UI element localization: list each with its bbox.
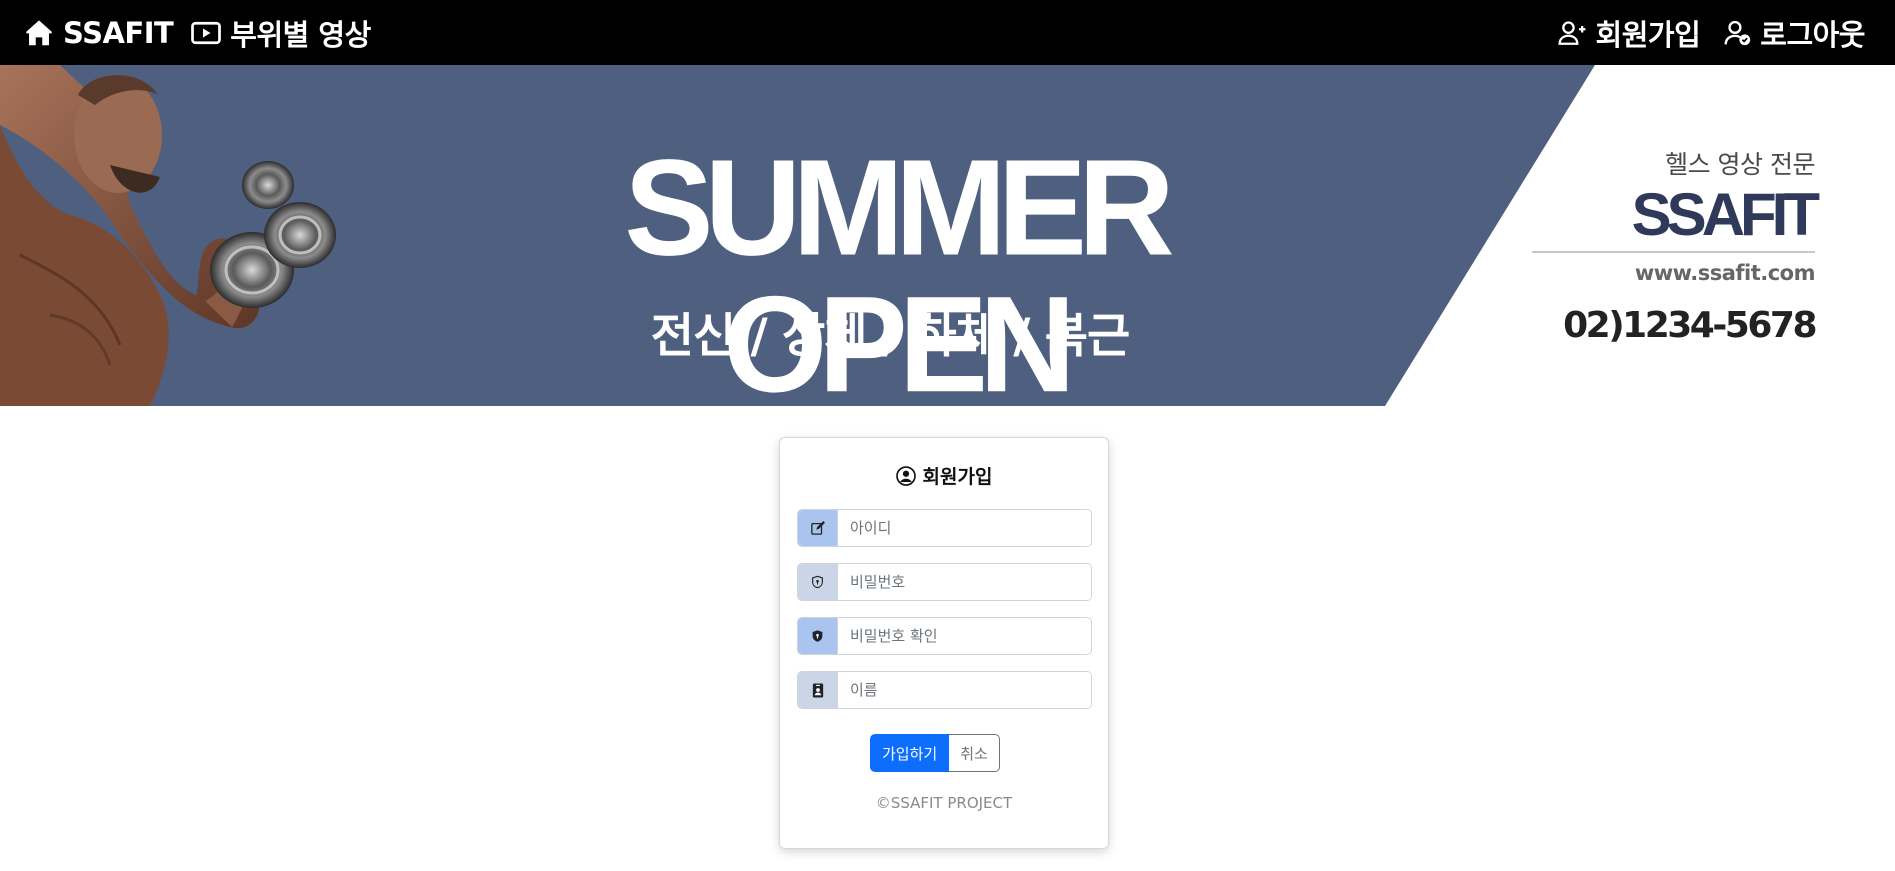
shield-icon — [812, 575, 823, 589]
username-field-group — [797, 509, 1092, 547]
username-addon — [798, 510, 838, 546]
videos-by-part-label: 부위별 영상 — [230, 17, 371, 52]
signup-title-label: 회원가입 — [922, 466, 993, 488]
password-field-group — [797, 563, 1092, 601]
home-link[interactable]: SSAFIT — [24, 15, 174, 50]
house-icon — [26, 20, 52, 46]
brand-logo-text: SSAFIT — [1631, 181, 1820, 248]
password-addon — [798, 564, 838, 600]
password-confirm-field-group — [797, 617, 1092, 655]
brand-divider — [1532, 251, 1815, 253]
password-input[interactable] — [838, 564, 1091, 600]
signup-card: 회원가입 아이디 이름 가입하기 취소 ©SSAFIT PROJECT — [779, 437, 1109, 849]
top-navbar: SSAFIT 부위별 영상 회원가입 로그아웃 — [0, 0, 1895, 65]
play-video-icon — [191, 21, 222, 44]
person-plus-icon — [1558, 21, 1585, 45]
brand-url: www.ssafit.com — [1634, 261, 1816, 285]
videos-by-part-link[interactable]: 부위별 영상 — [191, 12, 371, 54]
banner-subtitle: 전신 / 상체 / 하체 / 복근 — [650, 309, 1131, 364]
brand-tagline: 헬스 영상 전문 — [1665, 150, 1815, 179]
brand-phone: 02)1234-5678 — [1563, 305, 1817, 346]
bodybuilder-image — [0, 65, 336, 406]
nav-signup-link[interactable]: 회원가입 — [1558, 12, 1701, 54]
submit-signup-button[interactable]: 가입하기 — [870, 734, 950, 772]
nav-logout-link[interactable]: 로그아웃 — [1724, 12, 1865, 54]
username-input[interactable] — [838, 510, 1091, 546]
name-addon — [798, 672, 838, 708]
signup-card-title: 회원가입 — [780, 462, 1108, 489]
nav-signup-label: 회원가입 — [1595, 17, 1701, 52]
password-confirm-input[interactable] — [838, 618, 1091, 654]
card-footer-copyright: ©SSAFIT PROJECT — [875, 794, 1013, 812]
person-check-icon — [1724, 20, 1751, 46]
signup-button-group: 가입하기 취소 — [870, 734, 1000, 772]
person-circle-icon — [895, 465, 916, 486]
brand-info-block: 헬스 영상 전문 SSAFIT www.ssafit.com 02)1234-5… — [1532, 145, 1820, 346]
brand-home-label: SSAFIT — [63, 15, 174, 50]
password-confirm-addon — [798, 618, 838, 654]
person-badge-icon — [812, 682, 823, 698]
pencil-square-icon — [810, 521, 825, 535]
name-field-group — [797, 671, 1092, 709]
nav-logout-label: 로그아웃 — [1760, 17, 1865, 52]
name-input[interactable] — [838, 672, 1091, 708]
navbar-right-group: 회원가입 로그아웃 — [1558, 0, 1865, 65]
shield-fill-icon — [812, 630, 823, 642]
banner-title: SUMMER OPEN — [624, 132, 1175, 421]
cancel-button[interactable]: 취소 — [949, 734, 1000, 772]
promo-banner: SUMMER OPEN 전신 / 상체 / 하체 / 복근 헬스 영상 전문 S… — [0, 65, 1895, 413]
navbar-left-group: SSAFIT 부위별 영상 — [24, 0, 371, 65]
